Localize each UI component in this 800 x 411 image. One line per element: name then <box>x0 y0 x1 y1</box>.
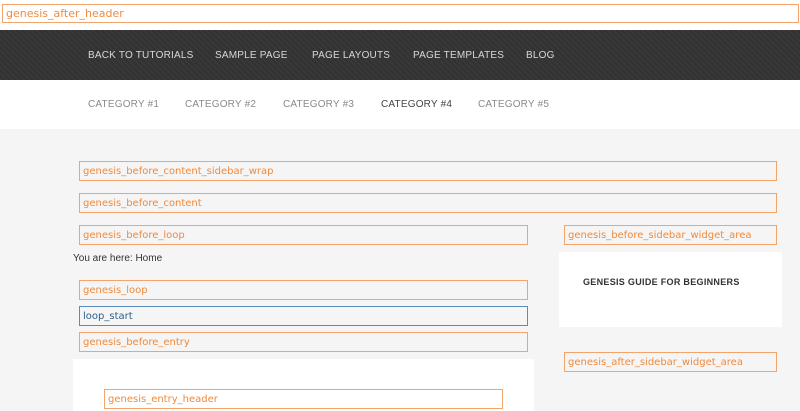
hook-genesis-before-content-sidebar-wrap: genesis_before_content_sidebar_wrap <box>79 161 777 181</box>
hook-genesis-entry-header: genesis_entry_header <box>104 389 503 409</box>
hook-genesis-loop: genesis_loop <box>79 280 528 300</box>
hook-genesis-before-entry: genesis_before_entry <box>79 332 528 352</box>
subnav-item-category-5[interactable]: CATEGORY #5 <box>478 80 549 129</box>
breadcrumb: You are here: Home <box>73 253 163 264</box>
secondary-navigation: CATEGORY #1 CATEGORY #2 CATEGORY #3 CATE… <box>0 80 800 129</box>
primary-navigation: BACK TO TUTORIALS SAMPLE PAGE PAGE LAYOU… <box>0 30 800 80</box>
nav-item-back-to-tutorials[interactable]: BACK TO TUTORIALS <box>88 30 193 80</box>
hook-genesis-after-sidebar-widget-area: genesis_after_sidebar_widget_area <box>564 352 777 372</box>
hook-loop-start: loop_start <box>79 306 528 326</box>
subnav-item-category-3[interactable]: CATEGORY #3 <box>283 80 354 129</box>
subnav-item-category-2[interactable]: CATEGORY #2 <box>185 80 256 129</box>
hook-genesis-before-sidebar-widget-area: genesis_before_sidebar_widget_area <box>564 225 777 245</box>
nav-item-sample-page[interactable]: SAMPLE PAGE <box>215 30 288 80</box>
sidebar-widget <box>559 252 782 327</box>
hook-genesis-before-content: genesis_before_content <box>79 193 777 213</box>
hook-genesis-before-loop: genesis_before_loop <box>79 225 528 245</box>
hook-genesis-after-header: genesis_after_header <box>2 4 799 23</box>
subnav-item-category-4[interactable]: CATEGORY #4 <box>381 80 452 129</box>
nav-item-page-templates[interactable]: PAGE TEMPLATES <box>413 30 504 80</box>
nav-item-blog[interactable]: BLOG <box>526 30 555 80</box>
subnav-item-category-1[interactable]: CATEGORY #1 <box>88 80 159 129</box>
nav-item-page-layouts[interactable]: PAGE LAYOUTS <box>312 30 390 80</box>
widget-title: GENESIS GUIDE FOR BEGINNERS <box>583 277 740 287</box>
